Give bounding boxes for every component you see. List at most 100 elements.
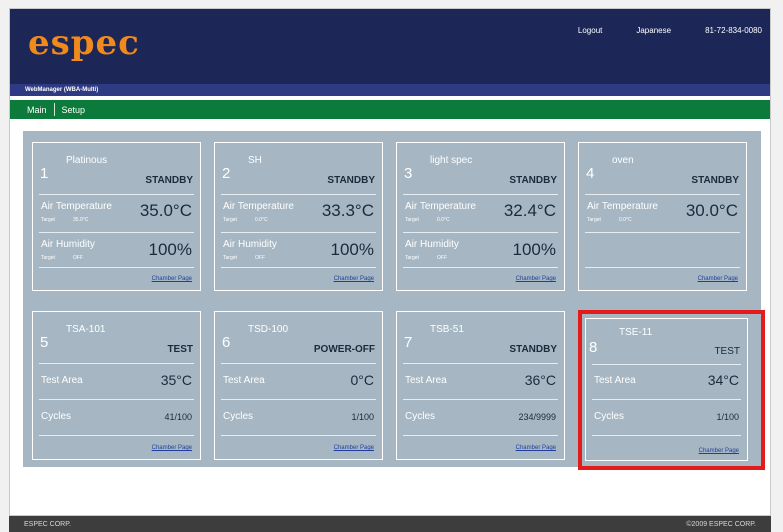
status-badge: POWER-OFF xyxy=(313,344,375,355)
divider xyxy=(39,435,194,436)
chamber-number: 1 xyxy=(40,165,49,182)
status-badge: STANDBY xyxy=(509,344,557,355)
target-value: 0.0°C xyxy=(255,217,268,223)
test-area-value: 0°C xyxy=(350,372,375,388)
divider xyxy=(39,267,194,268)
air-humidity-value: 100% xyxy=(512,240,556,259)
divider xyxy=(403,363,558,364)
divider xyxy=(585,232,740,233)
air-temperature-label: Air Temperature xyxy=(587,201,658,212)
chamber-page-link[interactable]: Chamber Page xyxy=(698,276,738,282)
divider xyxy=(585,194,740,195)
divider xyxy=(39,363,194,364)
chamber-number: 6 xyxy=(222,334,231,351)
target-label: Target xyxy=(223,255,237,261)
air-humidity-value: 100% xyxy=(330,240,374,259)
nav-main[interactable]: Main xyxy=(20,105,54,115)
chamber-card-4[interactable]: 4 oven STANDBY Air Temperature Target 0.… xyxy=(578,142,747,291)
test-area-value: 36°C xyxy=(524,372,556,388)
test-area-label: Test Area xyxy=(41,375,83,386)
air-humidity-label: Air Humidity xyxy=(41,239,95,250)
japanese-link[interactable]: Japanese xyxy=(636,26,671,35)
divider xyxy=(585,267,740,268)
chamber-card-5[interactable]: 5 TSA-101 TEST Test Area 35°C Cycles 41/… xyxy=(32,311,201,460)
target-value: OFF xyxy=(73,255,83,261)
test-area-value: 35°C xyxy=(160,372,192,388)
chamber-name: TSD-100 xyxy=(248,324,289,335)
air-temperature-value: 33.3°C xyxy=(321,201,374,220)
status-badge: TEST xyxy=(167,344,193,355)
target-value: 0.0°C xyxy=(437,217,450,223)
chamber-card-1[interactable]: 1 Platinous STANDBY Air Temperature Targ… xyxy=(32,142,201,291)
app-subtitle: WebManager (WBA-Multi) xyxy=(10,84,770,96)
target-value: 35.0°C xyxy=(73,217,89,223)
chamber-card-2[interactable]: 2 SH STANDBY Air Temperature Target 0.0°… xyxy=(214,142,383,291)
chamber-card-7[interactable]: 7 TSB-51 STANDBY Test Area 36°C Cycles 2… xyxy=(396,311,565,460)
chamber-number: 3 xyxy=(404,165,413,182)
footer-copyright: ©2009 ESPEC CORP. xyxy=(686,520,756,528)
highlight-box xyxy=(578,310,765,470)
logout-link[interactable]: Logout xyxy=(578,26,602,35)
air-humidity-label: Air Humidity xyxy=(223,239,277,250)
phone-number: 81-72-834-0080 xyxy=(705,26,762,35)
chamber-name: TSB-51 xyxy=(430,324,464,335)
target-label: Target xyxy=(41,255,55,261)
divider xyxy=(39,194,194,195)
chamber-number: 5 xyxy=(40,334,49,351)
divider xyxy=(403,194,558,195)
divider xyxy=(39,232,194,233)
chamber-page-link[interactable]: Chamber Page xyxy=(516,276,556,282)
target-label: Target xyxy=(223,217,237,223)
chamber-page-link[interactable]: Chamber Page xyxy=(334,276,374,282)
divider xyxy=(221,363,376,364)
espec-logo: espec xyxy=(28,23,140,63)
footer: ESPEC CORP. ©2009 ESPEC CORP. xyxy=(9,516,771,532)
chamber-card-6[interactable]: 6 TSD-100 POWER-OFF Test Area 0°C Cycles… xyxy=(214,311,383,460)
chamber-number: 7 xyxy=(404,334,413,351)
target-value: 0.0°C xyxy=(619,217,632,223)
chamber-name: light spec xyxy=(430,155,473,166)
chamber-name: Platinous xyxy=(66,155,108,166)
air-humidity-label: Air Humidity xyxy=(405,239,459,250)
divider xyxy=(403,267,558,268)
main-nav: Main Setup xyxy=(10,100,770,119)
chamber-page-link[interactable]: Chamber Page xyxy=(152,445,192,451)
test-area-label: Test Area xyxy=(223,375,265,386)
air-temperature-value: 30.0°C xyxy=(685,201,738,220)
cycles-label: Cycles xyxy=(223,411,254,422)
status-badge: STANDBY xyxy=(509,175,557,186)
air-temperature-label: Air Temperature xyxy=(223,201,294,212)
chamber-number: 4 xyxy=(586,165,595,182)
chamber-card-3[interactable]: 3 light spec STANDBY Air Temperature Tar… xyxy=(396,142,565,291)
chamber-page-link[interactable]: Chamber Page xyxy=(516,445,556,451)
divider xyxy=(403,232,558,233)
target-value: OFF xyxy=(437,255,447,261)
status-badge: STANDBY xyxy=(327,175,375,186)
cycles-label: Cycles xyxy=(41,411,72,422)
divider xyxy=(403,399,558,400)
top-links: Logout Japanese 81-72-834-0080 xyxy=(578,26,762,35)
air-temperature-label: Air Temperature xyxy=(41,201,112,212)
status-badge: STANDBY xyxy=(691,175,739,186)
target-label: Target xyxy=(405,255,419,261)
chamber-page-link[interactable]: Chamber Page xyxy=(152,276,192,282)
air-temperature-value: 32.4°C xyxy=(503,201,556,220)
header: espec Logout Japanese 81-72-834-0080 xyxy=(10,9,770,84)
air-humidity-value: 100% xyxy=(148,240,192,259)
chamber-name: TSA-101 xyxy=(66,324,106,335)
nav-setup[interactable]: Setup xyxy=(55,105,93,115)
chamber-page-link[interactable]: Chamber Page xyxy=(334,445,374,451)
target-label: Target xyxy=(587,217,601,223)
target-value: OFF xyxy=(255,255,265,261)
air-temperature-label: Air Temperature xyxy=(405,201,476,212)
cycles-value: 1/100 xyxy=(351,412,374,422)
air-temperature-value: 35.0°C xyxy=(139,201,192,220)
footer-company: ESPEC CORP. xyxy=(24,520,71,528)
divider xyxy=(403,435,558,436)
divider xyxy=(221,232,376,233)
chamber-name: SH xyxy=(248,155,262,166)
divider xyxy=(39,399,194,400)
chamber-number: 2 xyxy=(222,165,231,182)
cycles-label: Cycles xyxy=(405,411,436,422)
cycles-value: 41/100 xyxy=(164,412,192,422)
